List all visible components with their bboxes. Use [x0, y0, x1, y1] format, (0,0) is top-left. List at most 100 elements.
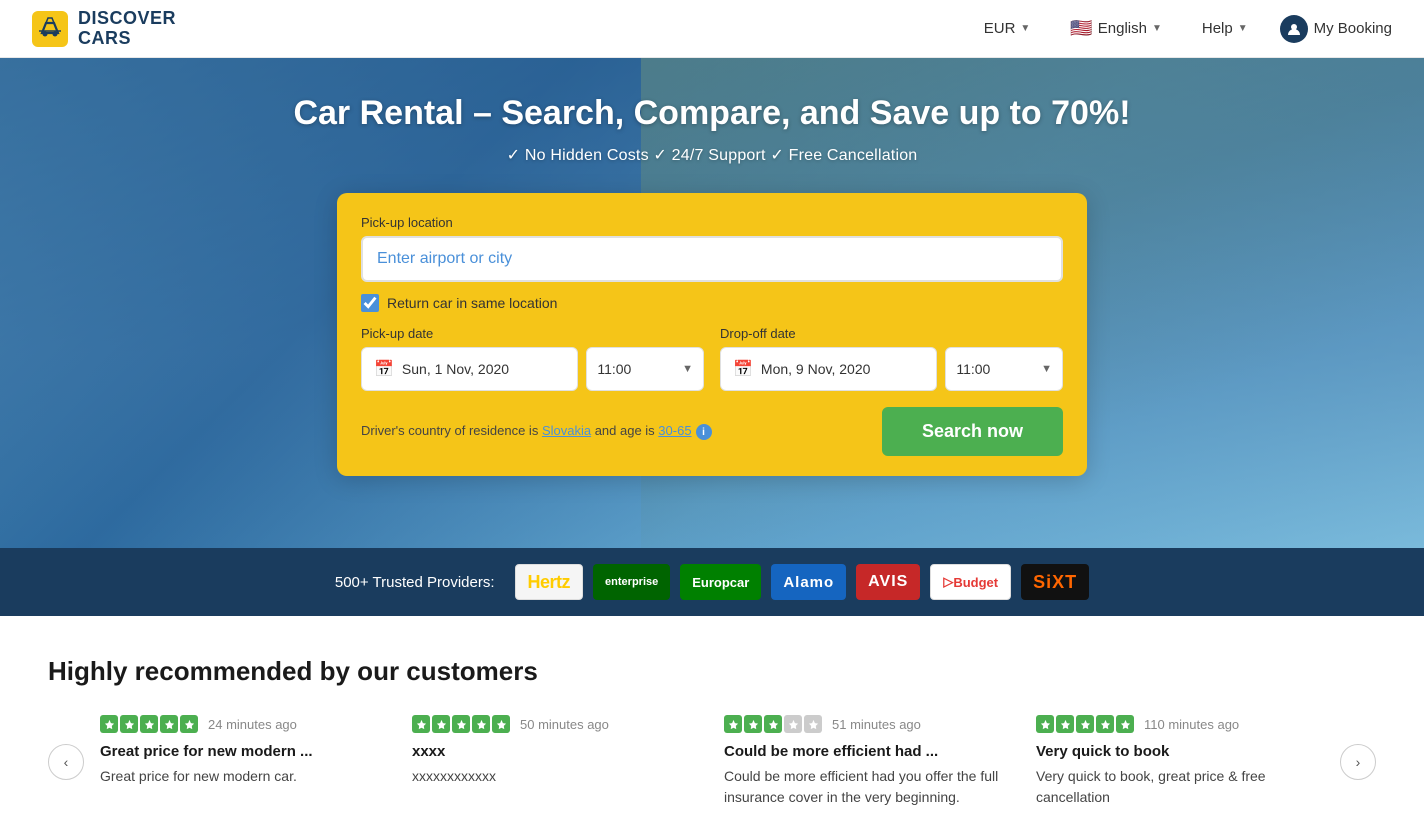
pickup-date-input-row: 📅 Sun, 1 Nov, 2020 11:00 ▼: [361, 347, 704, 391]
review-text: xxxxxxxxxxxx: [412, 766, 700, 787]
europcar-logo: Europcar: [680, 564, 761, 600]
flag-icon: 🇺🇸: [1070, 18, 1092, 39]
star-4: [472, 715, 490, 733]
hero-section: Car Rental – Search, Compare, and Save u…: [0, 58, 1424, 548]
pickup-time-chevron-icon: ▼: [682, 363, 693, 375]
review-title: xxxx: [412, 743, 700, 760]
star-2: [744, 715, 762, 733]
my-booking-link[interactable]: My Booking: [1280, 15, 1392, 43]
star-1: [724, 715, 742, 733]
pickup-time-field[interactable]: 11:00 ▼: [586, 347, 704, 391]
reviews-title: Highly recommended by our customers: [48, 656, 1376, 687]
review-text: Could be more efficient had you offer th…: [724, 766, 1012, 808]
reviews-section: Highly recommended by our customers ‹ 24…: [0, 616, 1424, 840]
stars-row: [100, 715, 198, 733]
user-icon: [1280, 15, 1308, 43]
hero-title: Car Rental – Search, Compare, and Save u…: [293, 94, 1130, 133]
star-1: [412, 715, 430, 733]
star-1: [1036, 715, 1054, 733]
return-location-row: Return car in same location: [361, 294, 1063, 312]
review-time: 51 minutes ago: [832, 717, 921, 732]
star-5: [804, 715, 822, 733]
driver-prefix: Driver's country of residence is: [361, 423, 542, 438]
currency-selector[interactable]: EUR ▼: [976, 14, 1039, 43]
pickup-location-input[interactable]: [361, 236, 1063, 282]
star-4: [1096, 715, 1114, 733]
review-card: 24 minutes ago Great price for new moder…: [100, 715, 388, 808]
logo-icon: [32, 11, 68, 47]
driver-mid: and age is: [591, 423, 658, 438]
stars-row: [412, 715, 510, 733]
providers-label: 500+ Trusted Providers:: [335, 574, 495, 591]
hertz-logo: Hertz: [515, 564, 584, 600]
logo-line1: DISCOVER: [78, 9, 176, 29]
review-meta: 110 minutes ago: [1036, 715, 1324, 733]
help-label: Help: [1202, 20, 1233, 37]
hero-subtitle: ✓ No Hidden Costs ✓ 24/7 Support ✓ Free …: [507, 145, 918, 165]
pickup-date-label: Pick-up date: [361, 326, 704, 341]
sixt-logo: SiXT: [1021, 564, 1089, 600]
star-4: [160, 715, 178, 733]
review-text: Very quick to book, great price & free c…: [1036, 766, 1324, 808]
logo[interactable]: DISCOVER CARS: [32, 9, 176, 49]
help-menu[interactable]: Help ▼: [1194, 14, 1256, 43]
calendar-icon-dropoff: 📅: [733, 359, 753, 379]
star-3: [452, 715, 470, 733]
review-card: 110 minutes ago Very quick to book Very …: [1036, 715, 1324, 808]
dropoff-time-value: 11:00: [956, 361, 990, 377]
reviews-grid: 24 minutes ago Great price for new moder…: [84, 715, 1340, 808]
dropoff-time-field[interactable]: 11:00 ▼: [945, 347, 1063, 391]
my-booking-label: My Booking: [1314, 20, 1392, 37]
dropoff-time-chevron-icon: ▼: [1041, 363, 1052, 375]
star-2: [432, 715, 450, 733]
review-meta: 51 minutes ago: [724, 715, 1012, 733]
review-meta: 24 minutes ago: [100, 715, 388, 733]
review-title: Great price for new modern ...: [100, 743, 388, 760]
carousel-prev-button[interactable]: ‹: [48, 744, 84, 780]
return-same-location-checkbox[interactable]: [361, 294, 379, 312]
review-time: 50 minutes ago: [520, 717, 609, 732]
pickup-location-label: Pick-up location: [361, 215, 1063, 230]
star-3: [140, 715, 158, 733]
calendar-icon: 📅: [374, 359, 394, 379]
driver-age-link[interactable]: 30-65: [658, 423, 691, 438]
providers-bar: 500+ Trusted Providers: Hertz enterprise…: [0, 548, 1424, 616]
dates-row: Pick-up date 📅 Sun, 1 Nov, 2020 11:00 ▼: [361, 326, 1063, 391]
stars-row: [1036, 715, 1134, 733]
reviews-carousel: ‹ 24 minutes ago Great price for new mod…: [48, 715, 1376, 808]
review-title: Very quick to book: [1036, 743, 1324, 760]
search-bottom-row: Driver's country of residence is Slovaki…: [361, 407, 1063, 456]
return-same-location-label: Return car in same location: [387, 295, 557, 311]
help-chevron-icon: ▼: [1238, 23, 1248, 34]
dropoff-date-group: Drop-off date 📅 Mon, 9 Nov, 2020 11:00 ▼: [720, 326, 1063, 391]
language-chevron-icon: ▼: [1152, 23, 1162, 34]
star-2: [120, 715, 138, 733]
logo-line2: CARS: [78, 29, 176, 49]
pickup-time-value: 11:00: [597, 361, 631, 377]
search-now-button[interactable]: Search now: [882, 407, 1063, 456]
review-time: 110 minutes ago: [1144, 717, 1239, 732]
carousel-next-button[interactable]: ›: [1340, 744, 1376, 780]
header-nav: EUR ▼ 🇺🇸 English ▼ Help ▼ My Booking: [976, 12, 1392, 45]
review-time: 24 minutes ago: [208, 717, 297, 732]
stars-row: [724, 715, 822, 733]
provider-logos: Hertz enterprise Europcar Alamo AVIS ▷Bu…: [515, 564, 1090, 600]
driver-country-link[interactable]: Slovakia: [542, 423, 591, 438]
info-icon[interactable]: i: [696, 424, 712, 440]
alamo-logo: Alamo: [771, 564, 846, 600]
pickup-date-group: Pick-up date 📅 Sun, 1 Nov, 2020 11:00 ▼: [361, 326, 704, 391]
review-title: Could be more efficient had ...: [724, 743, 1012, 760]
dropoff-date-label: Drop-off date: [720, 326, 1063, 341]
header: DISCOVER CARS EUR ▼ 🇺🇸 English ▼ Help ▼ …: [0, 0, 1424, 58]
star-3: [1076, 715, 1094, 733]
dropoff-date-field[interactable]: 📅 Mon, 9 Nov, 2020: [720, 347, 937, 391]
review-card: 50 minutes ago xxxx xxxxxxxxxxxx: [412, 715, 700, 808]
currency-chevron-icon: ▼: [1020, 23, 1030, 34]
language-selector[interactable]: 🇺🇸 English ▼: [1062, 12, 1170, 45]
currency-label: EUR: [984, 20, 1016, 37]
review-card: 51 minutes ago Could be more efficient h…: [724, 715, 1012, 808]
hero-content: Car Rental – Search, Compare, and Save u…: [0, 58, 1424, 476]
pickup-date-field[interactable]: 📅 Sun, 1 Nov, 2020: [361, 347, 578, 391]
star-2: [1056, 715, 1074, 733]
avis-logo: AVIS: [856, 564, 920, 600]
